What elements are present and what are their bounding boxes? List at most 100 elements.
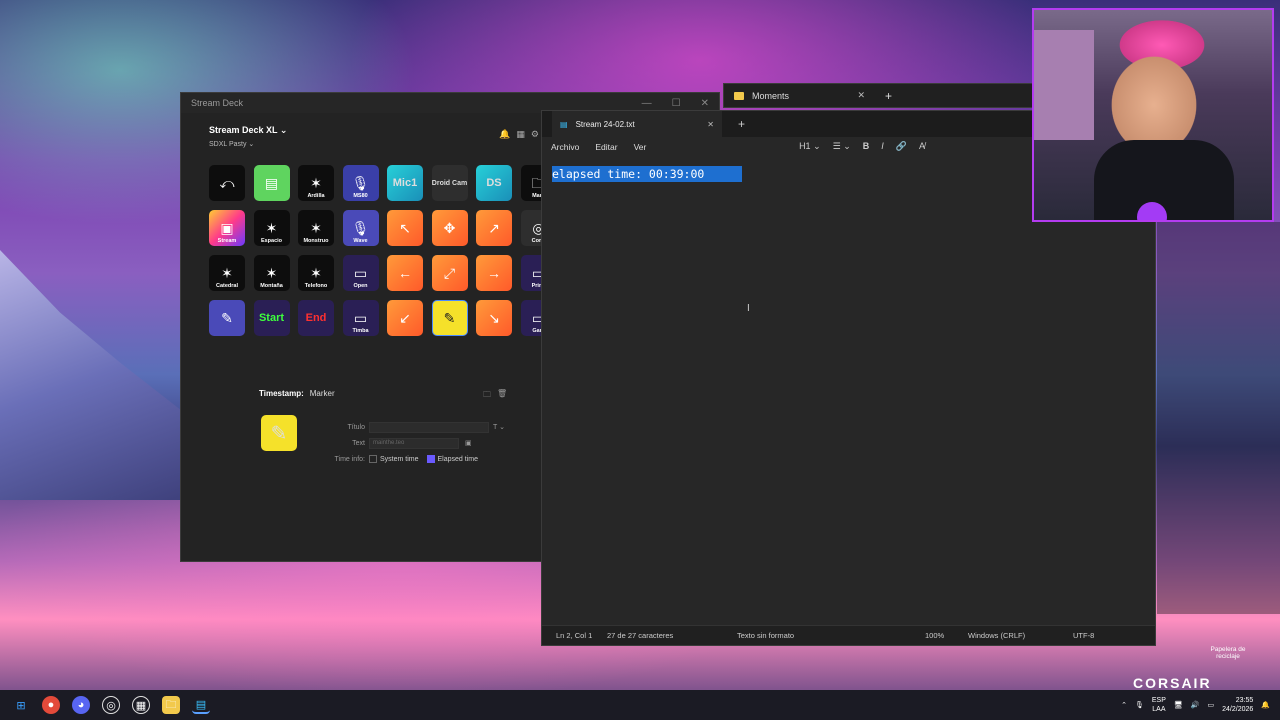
store-icon[interactable]: ▦: [516, 129, 525, 140]
deck-key[interactable]: ✶ Telefono: [298, 255, 334, 291]
deck-key[interactable]: Start: [253, 300, 290, 336]
minimize-button[interactable]: —: [642, 98, 652, 109]
close-button[interactable]: ✕: [701, 98, 709, 109]
network-icon[interactable]: 🖥: [1174, 701, 1183, 709]
folder-icon[interactable]: 🗀: [483, 389, 491, 403]
deck-key[interactable]: ⤢: [431, 255, 468, 291]
deck-key[interactable]: ↙: [387, 300, 423, 336]
clock[interactable]: 23:55 24/2/2026: [1222, 696, 1253, 714]
battery-icon[interactable]: ▭: [1208, 701, 1215, 709]
maximize-button[interactable]: ☐: [672, 98, 681, 109]
microphone-icon: 🎙: [351, 220, 370, 236]
chrome-icon[interactable]: ●: [42, 696, 60, 714]
clear-format-icon[interactable]: A̸: [919, 141, 925, 152]
deck-key[interactable]: ↘: [476, 300, 512, 336]
deck-key[interactable]: ←: [387, 255, 423, 291]
deck-key[interactable]: Mic1: [387, 165, 423, 201]
deck-key[interactable]: ✶ Ardilla: [298, 165, 334, 201]
menu-item[interactable]: Archivo: [551, 142, 579, 152]
deck-key[interactable]: ✥: [431, 210, 468, 246]
text-editor[interactable]: elapsed time: 00:39:00: [552, 166, 743, 182]
text-field[interactable]: mainthe.teo: [369, 437, 459, 449]
monitor-icon: ▭: [353, 310, 368, 326]
background-shelf: [1034, 30, 1094, 140]
key-label: MS80: [353, 193, 368, 199]
notification-icon[interactable]: 🔔: [1261, 701, 1270, 709]
system-time-checkbox[interactable]: [369, 455, 377, 463]
new-tab-button[interactable]: +: [885, 89, 892, 103]
insert-icon[interactable]: ▣: [465, 439, 472, 447]
deck-key[interactable]: ↖: [387, 210, 423, 246]
monitor-icon: ▭: [353, 265, 368, 281]
corsair-icon: ✶: [310, 220, 322, 236]
deck-key[interactable]: ✎: [209, 300, 245, 336]
deck-key[interactable]: ✶ Catedral: [209, 255, 245, 291]
windows-start-icon[interactable]: ⊞: [12, 696, 30, 714]
title-field[interactable]: [369, 421, 489, 433]
deck-key[interactable]: ✎: [431, 300, 468, 336]
key-label: Monstruo: [303, 238, 329, 244]
key-settings-form: Título T ⌄ Text mainthe.teo ▣ Time info: Sy…: [331, 419, 505, 467]
language-indicator[interactable]: ESP LAA: [1152, 696, 1166, 714]
deck-key[interactable]: ↗: [476, 210, 512, 246]
file-explorer-icon[interactable]: 🗀: [162, 696, 180, 714]
volume-icon[interactable]: 🔊: [1191, 701, 1200, 709]
deck-key[interactable]: →: [476, 255, 512, 291]
deck-key[interactable]: ✶ Monstruo: [298, 210, 334, 246]
encoding[interactable]: UTF-8: [1073, 631, 1094, 640]
list-dropdown[interactable]: ☰ ⌄: [833, 141, 851, 152]
timestamp-header: Timestamp: Marker: [259, 389, 335, 398]
notepad-tab[interactable]: ▤ Stream 24-02.txt ✕: [552, 111, 722, 137]
notepad-icon[interactable]: ▤: [192, 696, 210, 714]
deck-key[interactable]: End: [298, 300, 334, 336]
deck-key[interactable]: DS: [476, 165, 512, 201]
corsair-icon: ✶: [310, 175, 322, 191]
gear-icon[interactable]: ⚙: [531, 129, 539, 140]
menu-item[interactable]: Ver: [634, 142, 647, 152]
moments-tab-title[interactable]: Moments: [752, 91, 789, 101]
deck-key[interactable]: ▣ Stream: [209, 210, 245, 246]
heading-dropdown[interactable]: H1 ⌄: [799, 141, 821, 152]
char-count: 27 de 27 caracteres: [607, 631, 674, 640]
arrow-up-right-icon: ↗: [488, 220, 500, 236]
deck-key[interactable]: ✶ Montaña: [253, 255, 290, 291]
stream-deck-icon[interactable]: ▦: [132, 696, 150, 714]
discord-icon[interactable]: ◕: [72, 696, 90, 714]
selected-key-preview[interactable]: ✎: [261, 415, 297, 451]
deck-key[interactable]: 🎙 Wave: [342, 210, 379, 246]
italic-button[interactable]: I: [881, 141, 884, 152]
deck-key[interactable]: ▭ Timba: [342, 300, 379, 336]
deck-key[interactable]: Droid Cam: [431, 165, 468, 201]
ds-text: DS: [486, 176, 502, 189]
link-icon[interactable]: 🔗: [896, 141, 907, 152]
microphone-icon[interactable]: 🎙: [1135, 701, 1144, 709]
deck-key[interactable]: ⤺: [209, 165, 245, 201]
chevron-up-icon[interactable]: ⌃: [1121, 701, 1127, 709]
key-label: Stream: [217, 238, 237, 244]
close-tab-button[interactable]: ✕: [857, 90, 865, 101]
key-label: Wave: [353, 238, 368, 244]
cursor-position: Ln 2, Col 1: [556, 631, 593, 640]
deck-key[interactable]: ▤: [253, 165, 290, 201]
bell-icon[interactable]: 🔔: [499, 129, 510, 140]
format-toolbar: H1 ⌄ ☰ ⌄ B I 🔗 A̸: [799, 141, 925, 152]
arrow-up-left-icon: ↖: [399, 220, 411, 236]
obs-icon[interactable]: ◎: [102, 696, 120, 714]
recycle-bin-label[interactable]: Papelera de reciclaje: [1208, 646, 1248, 660]
new-tab-button[interactable]: +: [738, 117, 745, 131]
deck-key[interactable]: 🎙 MS80: [342, 165, 379, 201]
deck-key[interactable]: ✶ Espacio: [253, 210, 290, 246]
trash-icon[interactable]: 🗑: [497, 389, 507, 403]
key-label: Catedral: [215, 283, 238, 289]
close-tab-button[interactable]: ✕: [707, 120, 714, 129]
bold-button[interactable]: B: [863, 141, 870, 152]
menu-item[interactable]: Editar: [595, 142, 617, 152]
twitch-icon: ▣: [220, 220, 234, 236]
zoom-level[interactable]: 100%: [925, 631, 944, 640]
line-ending[interactable]: Windows (CRLF): [968, 631, 1025, 640]
elapsed-time-checkbox[interactable]: [426, 455, 435, 463]
expand-icon: ⤢: [443, 265, 456, 281]
arrow-down-left-icon: ↙: [399, 310, 411, 326]
deck-key[interactable]: ▭ Open: [342, 255, 379, 291]
text-format-icon[interactable]: T ⌄: [493, 423, 505, 431]
